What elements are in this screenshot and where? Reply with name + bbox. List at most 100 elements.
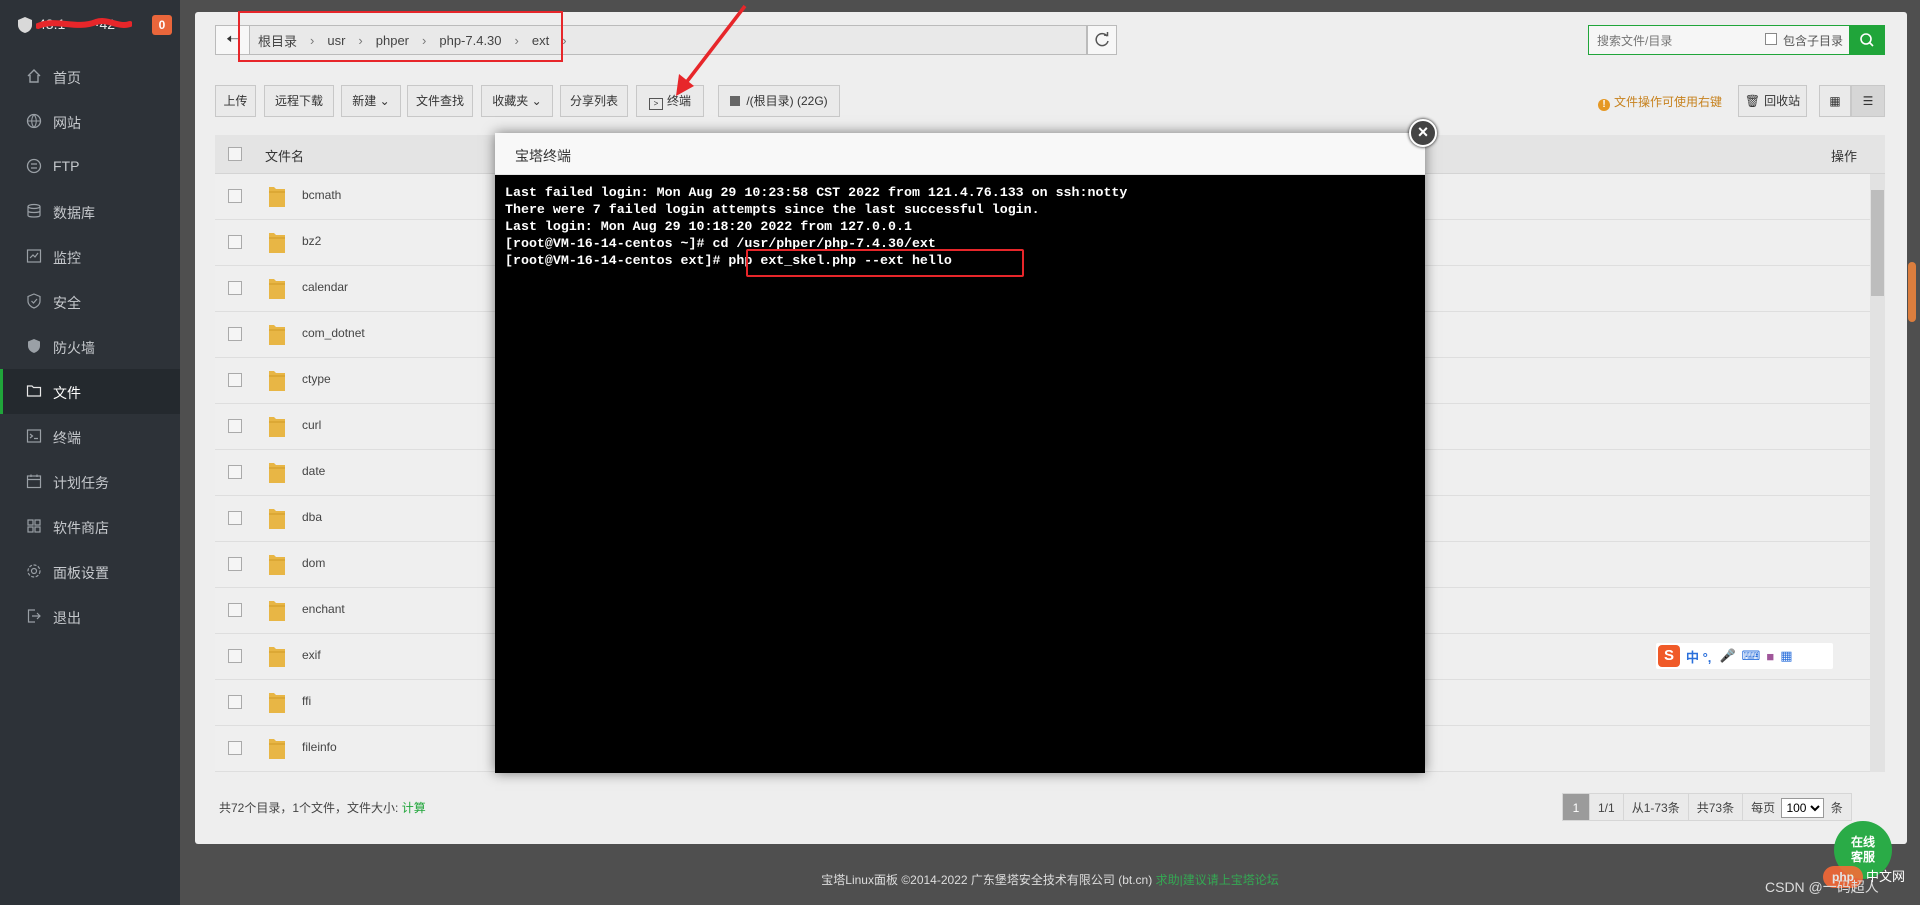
row-checkbox[interactable] <box>228 373 242 387</box>
modal-title: 宝塔终端 <box>515 148 571 164</box>
page-range: 从1-73条 <box>1622 793 1689 821</box>
file-name[interactable]: exif <box>302 648 321 662</box>
calculate-size-link[interactable]: 计算 <box>402 801 426 815</box>
folder-icon <box>269 647 285 667</box>
ftp-icon <box>26 158 42 174</box>
terminal-line: Last login: Mon Aug 29 10:18:20 2022 fro… <box>505 219 912 234</box>
terminal-modal: 宝塔终端 Last failed login: Mon Aug 29 10:23… <box>495 133 1425 773</box>
sidebar-item-security[interactable]: 安全 <box>0 279 180 324</box>
file-name[interactable]: curl <box>302 418 321 432</box>
sidebar-item-files[interactable]: 文件 <box>0 369 180 414</box>
file-search-button[interactable]: 文件查找 <box>407 85 473 117</box>
sidebar-item-database[interactable]: 数据库 <box>0 189 180 234</box>
sidebar-item-label: 网站 <box>53 115 81 131</box>
file-name[interactable]: fileinfo <box>302 740 337 754</box>
column-header-name[interactable]: 文件名 <box>265 146 304 165</box>
remote-download-button[interactable]: 远程下载 <box>264 85 334 117</box>
select-all-checkbox[interactable] <box>228 147 242 161</box>
sidebar-item-logout[interactable]: 退出 <box>0 594 180 639</box>
sidebar-item-label: FTP <box>53 158 80 174</box>
folder-icon <box>269 187 285 207</box>
row-checkbox[interactable] <box>228 511 242 525</box>
file-name[interactable]: bz2 <box>302 234 321 248</box>
sidebar-item-label: 计划任务 <box>53 475 109 491</box>
favorites-dropdown-button[interactable]: 收藏夹 ⌄ <box>481 85 553 117</box>
refresh-button[interactable] <box>1087 25 1117 55</box>
message-badge[interactable]: 0 <box>152 15 172 35</box>
copyright-text: 宝塔Linux面板 ©2014-2022 广东堡塔安全技术有限公司 (bt.cn… <box>821 873 1153 887</box>
breadcrumb-highlight-box <box>238 11 563 62</box>
sidebar-item-label: 防火墙 <box>53 340 95 356</box>
share-list-button[interactable]: 分享列表 <box>560 85 628 117</box>
folder-icon <box>269 693 285 713</box>
include-subdir-checkbox[interactable] <box>1765 33 1777 45</box>
file-name[interactable]: calendar <box>302 280 348 294</box>
sidebar-item-home[interactable]: 首页 <box>0 54 180 99</box>
pagination: 1 1/1 从1-73条 共73条 每页 100 条 <box>1562 793 1852 821</box>
file-name[interactable]: dom <box>302 556 325 570</box>
list-view-button[interactable]: ☰ <box>1851 85 1885 117</box>
terminal-icon <box>26 429 42 443</box>
terminal-line: Last failed login: Mon Aug 29 10:23:58 C… <box>505 185 1128 200</box>
sidebar-item-website[interactable]: 网站 <box>0 99 180 144</box>
search-input[interactable] <box>1589 26 1759 56</box>
row-checkbox[interactable] <box>228 327 242 341</box>
include-subdir-label: 包含子目录 <box>1783 34 1844 48</box>
row-checkbox[interactable] <box>228 189 242 203</box>
per-page-select[interactable]: 100 <box>1781 798 1825 818</box>
row-checkbox[interactable] <box>228 603 242 617</box>
file-name[interactable]: ctype <box>302 372 331 386</box>
terminal-line: There were 7 failed login attempts since… <box>505 202 1040 217</box>
sidebar-item-label: 数据库 <box>53 205 95 221</box>
sidebar-item-label: 软件商店 <box>53 520 109 536</box>
grid-icon <box>27 519 41 533</box>
row-checkbox[interactable] <box>228 557 242 571</box>
info-icon: ! <box>1598 99 1610 111</box>
scrollbar-thumb[interactable] <box>1871 190 1884 296</box>
close-modal-button[interactable]: × <box>1409 119 1437 147</box>
forum-link[interactable]: 求助|建议请上宝塔论坛 <box>1156 873 1279 887</box>
row-checkbox[interactable] <box>228 695 242 709</box>
row-checkbox[interactable] <box>228 741 242 755</box>
per-page-suffix: 条 <box>1830 801 1843 815</box>
file-name[interactable]: ffi <box>302 694 311 708</box>
sidebar-item-label: 退出 <box>53 610 81 626</box>
row-checkbox[interactable] <box>228 235 242 249</box>
annotation-arrow <box>676 4 747 96</box>
page-scroll-indicator[interactable] <box>1908 262 1916 322</box>
file-name[interactable]: dba <box>302 510 322 524</box>
context-menu-tip: ! 文件操作可使用右键 <box>1598 93 1722 111</box>
row-checkbox[interactable] <box>228 465 242 479</box>
recycle-bin-button[interactable]: 🗑 回收站 <box>1738 85 1807 117</box>
sidebar: 43.1 · · · ·42 0 首页 网站 FTP 数据库 监控 安全 防火墙… <box>0 0 180 905</box>
row-checkbox[interactable] <box>228 649 242 663</box>
sidebar-item-ftp[interactable]: FTP <box>0 144 180 189</box>
file-name[interactable]: date <box>302 464 325 478</box>
upload-button[interactable]: 上传 <box>215 85 256 117</box>
file-name[interactable]: enchant <box>302 602 345 616</box>
sidebar-item-label: 面板设置 <box>53 565 109 581</box>
file-name[interactable]: com_dotnet <box>302 326 365 340</box>
sidebar-item-terminal[interactable]: 终端 <box>0 414 180 459</box>
sidebar-item-settings[interactable]: 面板设置 <box>0 549 180 594</box>
page-current[interactable]: 1 <box>1562 793 1590 821</box>
per-page-label: 每页 <box>1751 801 1776 815</box>
ime-toolbar[interactable]: S 中 °, 🎤 ⌨ ■ ▦ <box>1656 643 1833 669</box>
sidebar-item-store[interactable]: 软件商店 <box>0 504 180 549</box>
search-button[interactable] <box>1850 25 1885 55</box>
recycle-label: 回收站 <box>1764 94 1801 108</box>
command-highlight-box <box>746 249 1024 277</box>
row-checkbox[interactable] <box>228 281 242 295</box>
ime-mode-text: 中 °, <box>1686 649 1712 665</box>
grid-view-button[interactable]: ▦ <box>1819 85 1851 117</box>
folder-icon <box>269 555 285 575</box>
sidebar-item-firewall[interactable]: 防火墙 <box>0 324 180 369</box>
arrow-left-icon: 🠠 <box>226 31 239 48</box>
file-name[interactable]: bcmath <box>302 188 341 202</box>
sidebar-item-cron[interactable]: 计划任务 <box>0 459 180 504</box>
server-shield-icon <box>18 17 32 33</box>
row-checkbox[interactable] <box>228 419 242 433</box>
chevron-down-icon: ⌄ <box>531 94 542 108</box>
sidebar-item-monitor[interactable]: 监控 <box>0 234 180 279</box>
new-dropdown-button[interactable]: 新建 ⌄ <box>341 85 401 117</box>
